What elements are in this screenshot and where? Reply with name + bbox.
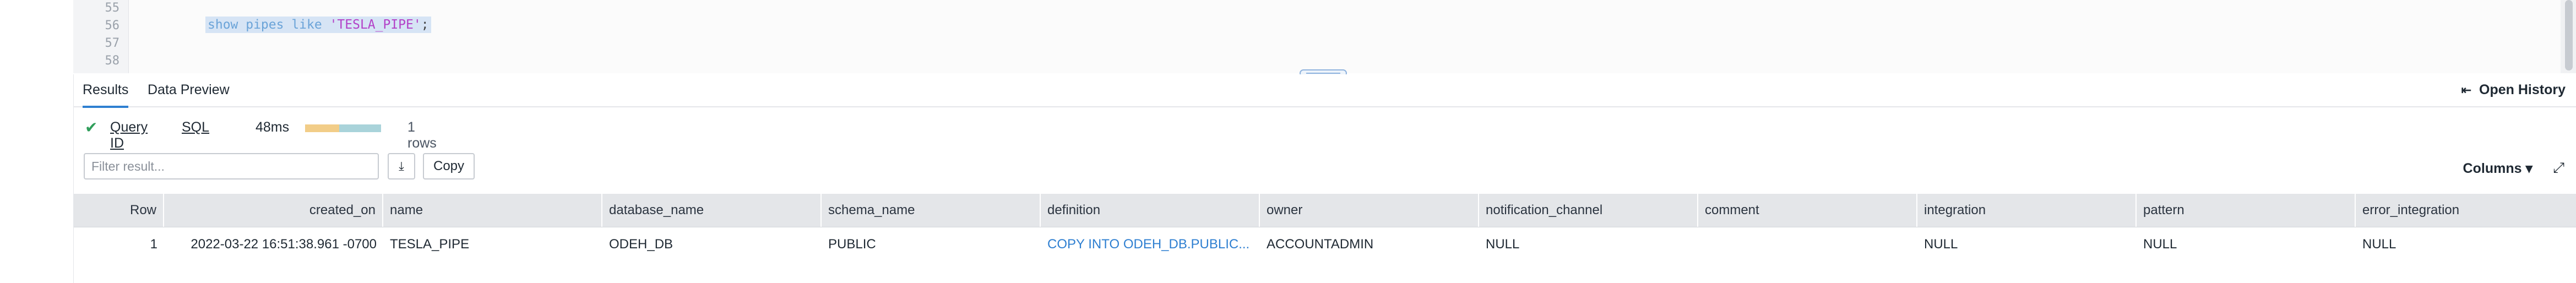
column-header-comment[interactable]: comment <box>1698 194 1917 227</box>
row-count: 1 rows <box>407 119 437 151</box>
download-icon: ⤓ <box>399 159 404 173</box>
column-header-notification-channel[interactable]: notification_channel <box>1479 194 1698 227</box>
column-header-integration[interactable]: integration <box>1917 194 2137 227</box>
column-header-owner[interactable]: owner <box>1260 194 1479 227</box>
cell-schema-name: PUBLIC <box>828 237 876 252</box>
column-header-name[interactable]: name <box>383 194 602 227</box>
cell-row-number: 1 <box>150 237 157 252</box>
history-arrow-icon: ⇤ <box>2461 83 2472 97</box>
column-header-schema-name[interactable]: schema_name <box>822 194 1041 227</box>
duration-bar-fill <box>305 124 340 132</box>
column-header-error-integration[interactable]: error_integration <box>2356 194 2576 227</box>
editor-scrollbar[interactable] <box>2561 0 2576 73</box>
open-history-label: Open History <box>2479 82 2566 97</box>
columns-dropdown-button[interactable]: Columns ▾ <box>2463 160 2532 177</box>
query-id-link[interactable]: Query ID <box>110 119 148 151</box>
cell-owner: ACCOUNTADMIN <box>1267 237 1374 252</box>
cell-notification-channel: NULL <box>1486 237 1520 252</box>
tab-data-preview[interactable]: Data Preview <box>148 82 230 106</box>
column-header-definition[interactable]: definition <box>1041 194 1260 227</box>
duration-bar <box>305 124 381 132</box>
results-table-header: Row created_on name database_name schema… <box>74 194 2576 227</box>
cell-pattern: NULL <box>2143 237 2177 252</box>
sql-editor[interactable]: 55 56 57 58 show pipes like 'TESLA_PIPE'… <box>73 0 2576 73</box>
cell-name: TESLA_PIPE <box>390 237 470 252</box>
tab-results[interactable]: Results <box>83 82 129 108</box>
column-header-row[interactable]: Row <box>74 194 164 227</box>
line-number: 56 <box>105 19 120 32</box>
code-terminator: ; <box>421 18 429 32</box>
line-number: 58 <box>105 54 120 68</box>
cell-error-integration: NULL <box>2362 237 2396 252</box>
success-check-icon: ✔ <box>85 119 98 136</box>
cell-created-on: 2022-03-22 16:51:38.961 -0700 <box>191 237 377 252</box>
cell-definition-link[interactable]: COPY INTO ODEH_DB.PUBLIC... <box>1041 228 1260 261</box>
line-number: 55 <box>105 1 120 15</box>
results-tabs: Results Data Preview ⇤ Open History <box>74 74 2576 108</box>
cell-database-name: ODEH_DB <box>609 237 673 252</box>
download-button[interactable]: ⤓ <box>388 153 415 179</box>
open-history-button[interactable]: ⇤ Open History <box>2461 82 2566 98</box>
line-number-gutter: 55 56 57 58 <box>73 0 129 73</box>
results-pane: Results Data Preview ⇤ Open History ✔ Que… <box>73 74 2576 283</box>
cell-comment <box>1698 228 1917 261</box>
copy-button[interactable]: Copy <box>423 153 475 179</box>
filter-result-input[interactable] <box>84 153 379 179</box>
code-string: 'TESLA_PIPE' <box>329 18 421 32</box>
table-row[interactable]: 1 2022-03-22 16:51:38.961 -0700 TESLA_PI… <box>74 228 2576 261</box>
code-line-selected[interactable]: show pipes like 'TESLA_PIPE'; <box>205 17 431 33</box>
code-keyword: show pipes like <box>208 18 330 32</box>
editor-scrollbar-thumb[interactable] <box>2565 0 2573 70</box>
expand-icon[interactable]: ⤢ <box>2553 159 2564 177</box>
column-header-pattern[interactable]: pattern <box>2137 194 2356 227</box>
cell-integration: NULL <box>1924 237 1958 252</box>
query-duration: 48ms <box>256 119 290 135</box>
sql-link[interactable]: SQL <box>182 119 209 135</box>
column-header-database-name[interactable]: database_name <box>602 194 822 227</box>
line-number: 57 <box>105 36 120 50</box>
column-header-created-on[interactable]: created_on <box>164 194 383 227</box>
